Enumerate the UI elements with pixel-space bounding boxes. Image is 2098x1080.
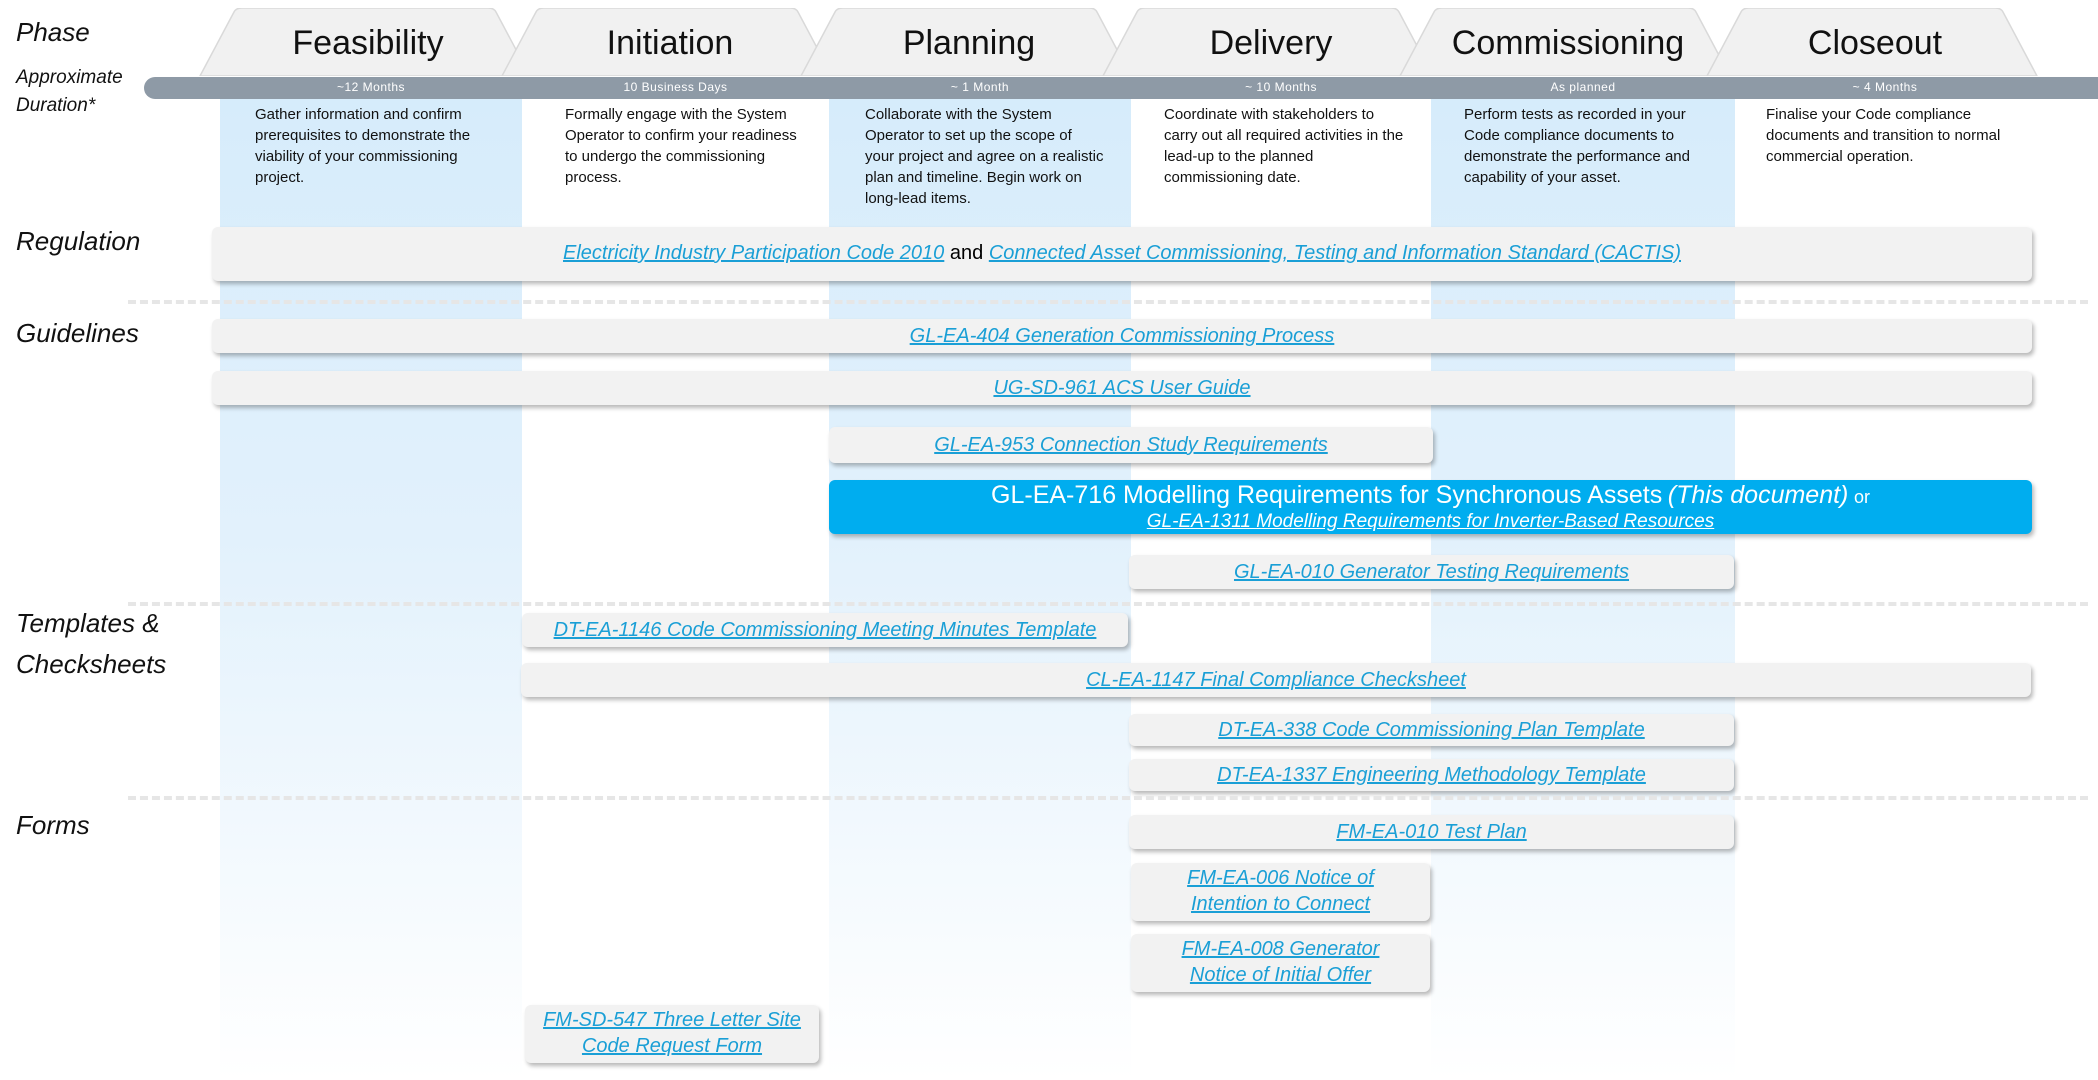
phase-name: Initiation <box>606 24 734 62</box>
form-link-fm547-line2[interactable]: Code Request Form <box>582 1035 762 1057</box>
duration-initiation: 10 Business Days <box>623 80 728 94</box>
template-link-dt338[interactable]: DT-EA-338 Code Commissioning Plan Templa… <box>1218 719 1645 741</box>
duration-closeout: ~ 4 Months <box>1852 80 1918 94</box>
form-link-fm547-line1[interactable]: FM-SD-547 Three Letter Site <box>543 1009 801 1031</box>
phase-tab-commissioning: Commissioning <box>1398 8 1738 76</box>
duration-row-label: Approximate Duration* <box>16 67 123 116</box>
template-dt1146-bar: DT-EA-1146 Code Commissioning Meeting Mi… <box>522 613 1128 647</box>
guideline-link-gl1311[interactable]: GL-EA-1311 Modelling Requirements for In… <box>1147 511 1714 532</box>
checksheet-cl1147-bar: CL-EA-1147 Final Compliance Checksheet <box>521 663 2031 697</box>
description-closeout: Finalise your Code compliance documents … <box>1766 106 2001 165</box>
guideline-link-ug961[interactable]: UG-SD-961 ACS User Guide <box>993 377 1250 399</box>
checksheet-link-cl1147[interactable]: CL-EA-1147 Final Compliance Checksheet <box>1086 669 1466 691</box>
section-divider <box>128 300 2088 304</box>
description-feasibility: Gather information and confirm prerequis… <box>255 106 471 186</box>
phase-name: Feasibility <box>292 24 444 62</box>
regulation-conjunction: and <box>949 242 984 264</box>
regulation-link-cactis[interactable]: Connected Asset Commissioning, Testing a… <box>989 242 1681 264</box>
guidelines-row-label: Guidelines <box>16 318 139 348</box>
phase-tab-delivery: Delivery <box>1101 8 1441 76</box>
regulation-row-label: Regulation <box>16 226 141 256</box>
section-divider <box>128 796 2088 800</box>
phase-tab-initiation: Initiation <box>500 8 840 76</box>
guideline-link-gl010[interactable]: GL-EA-010 Generator Testing Requirements <box>1234 561 1629 583</box>
description-commissioning: Perform tests as recorded in your Code c… <box>1464 106 1690 186</box>
guideline-gl716-highlight-bar: GL-EA-716 Modelling Requirements for Syn… <box>829 480 2032 534</box>
form-link-fm008-line1[interactable]: FM-EA-008 Generator <box>1182 938 1380 960</box>
guideline-link-gl404[interactable]: GL-EA-404 Generation Commissioning Proce… <box>910 325 1335 347</box>
phase-name: Planning <box>902 24 1036 62</box>
template-dt1337-bar: DT-EA-1337 Engineering Methodology Templ… <box>1129 759 1734 791</box>
template-dt338-bar: DT-EA-338 Code Commissioning Plan Templa… <box>1129 714 1734 746</box>
form-fm010-bar: FM-EA-010 Test Plan <box>1129 815 1734 849</box>
or-text: or <box>1853 487 1870 507</box>
gl716-line: GL-EA-716 Modelling Requirements for Syn… <box>829 480 2032 511</box>
forms-row-label: Forms <box>16 810 90 840</box>
guideline-gl953-bar: GL-EA-953 Connection Study Requirements <box>829 427 1433 463</box>
guideline-title-gl716: GL-EA-716 Modelling Requirements for Syn… <box>991 481 1663 509</box>
guideline-ug961-bar: UG-SD-961 ACS User Guide <box>212 371 2032 405</box>
description-initiation: Formally engage with the System Operator… <box>565 106 797 186</box>
phase-tab-feasibility: Feasibility <box>198 8 538 76</box>
phase-tab-closeout: Closeout <box>1705 8 2045 76</box>
duration-feasibility: ~12 Months <box>336 80 406 94</box>
description-delivery: Coordinate with stakeholders to carry ou… <box>1164 106 1404 186</box>
templates-row-label-line2: Checksheets <box>16 649 167 679</box>
this-document-note: (This document) <box>1667 481 1849 509</box>
phase-tab-planning: Planning <box>799 8 1139 76</box>
templates-row-label-line1: Templates & <box>16 608 160 638</box>
duration-delivery: ~ 10 Months <box>1245 80 1317 94</box>
description-planning: Collaborate with the System Operator to … <box>865 106 1104 207</box>
form-link-fm006-line2[interactable]: Intention to Connect <box>1191 893 1370 915</box>
section-divider <box>128 602 2088 606</box>
phase-name: Commissioning <box>1451 24 1685 62</box>
guideline-gl404-bar: GL-EA-404 Generation Commissioning Proce… <box>212 319 2032 353</box>
phase-name: Closeout <box>1807 24 1943 62</box>
guideline-link-gl953[interactable]: GL-EA-953 Connection Study Requirements <box>934 434 1328 456</box>
duration-commissioning: As planned <box>1550 80 1616 94</box>
form-fm547-bar: FM-SD-547 Three Letter Site Code Request… <box>525 1005 819 1063</box>
form-link-fm008-line2[interactable]: Notice of Initial Offer <box>1190 964 1371 986</box>
form-fm008-bar: FM-EA-008 Generator Notice of Initial Of… <box>1131 934 1430 992</box>
phase-row-label: Phase <box>16 17 90 47</box>
duration-planning: ~ 1 Month <box>950 80 1010 94</box>
template-link-dt1146[interactable]: DT-EA-1146 Code Commissioning Meeting Mi… <box>554 619 1097 641</box>
regulation-bar: Electricity Industry Participation Code … <box>212 227 2032 281</box>
regulation-link-code[interactable]: Electricity Industry Participation Code … <box>563 242 944 264</box>
guideline-gl010-bar: GL-EA-010 Generator Testing Requirements <box>1129 555 1734 589</box>
template-link-dt1337[interactable]: DT-EA-1337 Engineering Methodology Templ… <box>1217 764 1646 786</box>
form-link-fm010[interactable]: FM-EA-010 Test Plan <box>1336 821 1526 843</box>
form-link-fm006-line1[interactable]: FM-EA-006 Notice of <box>1187 867 1374 889</box>
form-fm006-bar: FM-EA-006 Notice of Intention to Connect <box>1131 863 1430 921</box>
gl1311-line: GL-EA-1311 Modelling Requirements for In… <box>829 511 2032 532</box>
phase-name: Delivery <box>1209 24 1333 62</box>
